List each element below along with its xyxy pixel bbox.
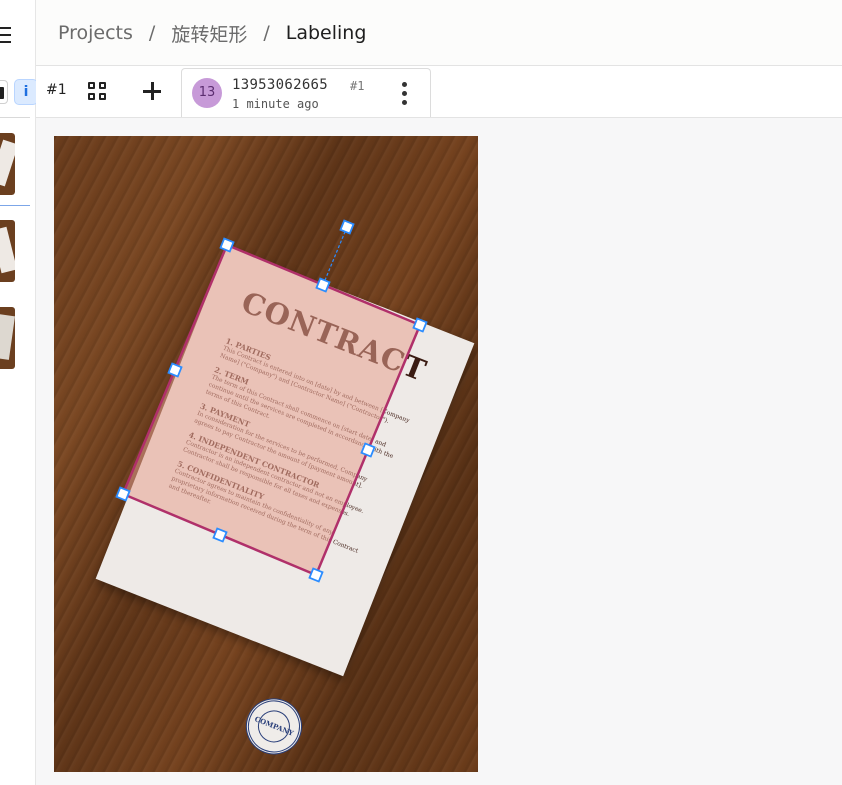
top-header: Projects / 旋转矩形 / Labeling: [36, 0, 842, 66]
menu-icon[interactable]: [0, 27, 11, 43]
annotation-toolbar: #1 13 13953062665 #1 1 minute ago: [36, 66, 842, 118]
image-thumbnail[interactable]: [0, 131, 17, 197]
task-number: #1: [46, 82, 67, 98]
divider: [0, 205, 30, 206]
breadcrumb-current: Labeling: [285, 22, 367, 44]
breadcrumb-project[interactable]: 旋转矩形: [171, 20, 247, 47]
task-image[interactable]: CONTRACT 1. PARTIES This Contract is ent…: [54, 136, 478, 772]
image-thumbnail[interactable]: [0, 307, 15, 369]
annotation-id: #1: [350, 79, 365, 93]
breadcrumb-projects[interactable]: Projects: [58, 22, 133, 44]
breadcrumb-separator: /: [263, 22, 270, 44]
left-sidebar: i: [0, 0, 38, 785]
annotation-tab[interactable]: 13 13953062665 #1 1 minute ago: [181, 68, 431, 117]
breadcrumb: Projects / 旋转矩形 / Labeling: [58, 0, 366, 66]
annotation-user: 13953062665: [232, 77, 329, 93]
labeling-canvas[interactable]: CONTRACT 1. PARTIES This Contract is ent…: [36, 118, 842, 785]
annotation-time: 1 minute ago: [232, 97, 319, 111]
more-vertical-icon[interactable]: [397, 82, 411, 106]
plus-icon[interactable]: [143, 82, 161, 100]
sidebar-tool-button[interactable]: [0, 80, 8, 104]
image-thumbnail[interactable]: [0, 220, 15, 282]
avatar: 13: [192, 78, 222, 108]
breadcrumb-separator: /: [148, 22, 156, 44]
info-button[interactable]: i: [14, 79, 38, 105]
divider: [0, 117, 30, 118]
grid-view-icon[interactable]: [88, 82, 108, 102]
